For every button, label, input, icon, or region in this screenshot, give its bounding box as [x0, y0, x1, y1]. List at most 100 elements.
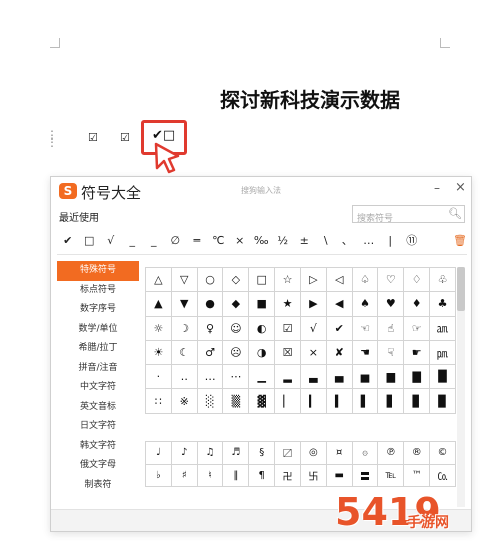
symbol-cell[interactable]: ☞	[404, 316, 431, 341]
symbol-cell[interactable]: ♀	[197, 316, 224, 341]
symbol-cell[interactable]: ▓	[249, 389, 276, 414]
symbol-cell[interactable]: ▏	[275, 389, 301, 414]
search-box[interactable]: 🔍︎	[352, 205, 465, 227]
symbol-cell[interactable]: ♂	[197, 340, 224, 366]
symbol-cell[interactable]: ♪	[171, 442, 198, 465]
symbol-cell[interactable]: ✔	[326, 316, 353, 341]
symbol-cell[interactable]: ♢	[404, 268, 431, 293]
scrollbar[interactable]	[457, 267, 465, 507]
symbol-cell[interactable]: ◀	[326, 292, 353, 317]
symbol-cell[interactable]: §	[249, 442, 276, 465]
symbol-cell[interactable]: ♤	[352, 268, 379, 293]
symbol-cell[interactable]: █	[430, 365, 456, 390]
category-item[interactable]: 数字序号	[57, 300, 139, 320]
symbol-cell[interactable]: ♥	[378, 292, 405, 317]
symbol-cell[interactable]: ▆	[378, 365, 405, 390]
symbol-cell[interactable]: ☟	[378, 340, 405, 366]
drag-handle-icon[interactable]: ⋮ ⋮	[46, 129, 58, 148]
symbol-cell[interactable]: ▬	[326, 464, 353, 487]
symbol-cell[interactable]: ¶	[249, 464, 276, 487]
symbol-cell[interactable]: ▲	[146, 292, 172, 317]
category-item[interactable]: 希腊/拉丁	[57, 339, 139, 359]
symbol-cell[interactable]: ♧	[430, 268, 456, 293]
symbol-cell[interactable]: △	[146, 268, 172, 293]
category-item[interactable]: 俄文字母	[57, 456, 139, 476]
symbol-cell[interactable]: ★	[275, 292, 301, 317]
recent-symbol[interactable]: ½	[272, 234, 294, 247]
symbol-cell[interactable]: □	[249, 268, 276, 293]
search-input[interactable]	[353, 211, 445, 227]
symbol-cell[interactable]: ▶	[300, 292, 327, 317]
symbol-cell[interactable]: ◇	[223, 268, 250, 293]
minimize-button[interactable]: –	[434, 181, 440, 195]
recent-symbol[interactable]: ‰	[251, 234, 273, 247]
symbol-cell[interactable]: ☾	[171, 340, 198, 366]
symbol-cell[interactable]: ▼	[171, 292, 198, 317]
category-item[interactable]: 中文字符	[57, 378, 139, 398]
recent-symbol[interactable]: …	[358, 234, 380, 247]
symbol-cell[interactable]: ●	[197, 292, 224, 317]
symbol-cell[interactable]: ⋯	[223, 365, 250, 390]
symbol-cell[interactable]: ☼	[146, 316, 172, 341]
recent-symbol[interactable]: ℃	[208, 234, 230, 247]
symbol-cell[interactable]: ※	[171, 389, 198, 414]
recent-symbol[interactable]: ±	[294, 234, 316, 247]
symbol-cell[interactable]: ☚	[352, 340, 379, 366]
category-item[interactable]: 英文音标	[57, 398, 139, 418]
recent-symbol[interactable]: \	[315, 234, 337, 247]
symbol-cell[interactable]: ♠	[352, 292, 379, 317]
recent-symbol[interactable]: ×	[229, 234, 251, 247]
symbol-cell[interactable]: ☆	[275, 268, 301, 293]
symbol-cell[interactable]: ®	[404, 442, 431, 465]
symbol-cell[interactable]: ♦	[404, 292, 431, 317]
symbol-cell[interactable]: ·	[146, 365, 172, 390]
symbol-cell[interactable]: ㏂	[430, 316, 456, 341]
recent-symbol[interactable]: ═	[186, 234, 208, 247]
symbol-cell[interactable]: ◑	[249, 340, 276, 366]
symbol-cell[interactable]: ✘	[326, 340, 353, 366]
symbol-cell[interactable]: ▎	[300, 389, 327, 414]
symbol-cell[interactable]: ☀	[146, 340, 172, 366]
symbol-cell[interactable]: ♬	[223, 442, 250, 465]
panel-titlebar[interactable]: S 符号大全 搜狗输入法 – ×	[51, 177, 471, 203]
symbol-cell[interactable]: 卍	[275, 464, 301, 487]
symbol-cell[interactable]: ▽	[171, 268, 198, 293]
highlighted-symbol[interactable]: ✔□	[152, 128, 175, 143]
category-item[interactable]: 日文字符	[57, 417, 139, 437]
close-button[interactable]: ×	[455, 180, 466, 195]
recent-symbol[interactable]: ∅	[165, 234, 187, 247]
symbol-cell[interactable]: ‖	[223, 464, 250, 487]
symbol-cell[interactable]: ×	[300, 340, 327, 366]
symbol-cell[interactable]: ©	[430, 442, 456, 465]
recent-symbol[interactable]: _	[143, 234, 165, 247]
symbol-cell[interactable]: ▷	[300, 268, 327, 293]
symbol-cell[interactable]: ▋	[378, 389, 405, 414]
symbol-cell[interactable]: ۞	[352, 442, 379, 465]
symbol-cell[interactable]: ™	[404, 464, 431, 487]
symbol-cell[interactable]: ░	[197, 389, 224, 414]
recent-symbol[interactable]: |	[380, 234, 402, 247]
symbol-cell[interactable]: ℡	[378, 464, 405, 487]
category-item[interactable]: 标点符号	[57, 281, 139, 301]
search-icon[interactable]: 🔍︎	[448, 207, 462, 220]
category-item[interactable]: 特殊符号	[57, 261, 139, 281]
symbol-cell[interactable]: ▅	[352, 365, 379, 390]
recent-symbol[interactable]: 、	[337, 232, 359, 248]
symbol-cell[interactable]: ▄	[326, 365, 353, 390]
symbol-cell[interactable]: ☽	[171, 316, 198, 341]
recent-symbol[interactable]: ✔	[57, 234, 79, 247]
symbol-cell[interactable]: ㏘	[430, 340, 456, 366]
symbol-cell[interactable]: ∷	[146, 389, 172, 414]
symbol-cell[interactable]: ☛	[404, 340, 431, 366]
symbol-cell[interactable]: ℗	[378, 442, 405, 465]
symbol-cell[interactable]: ▌	[352, 389, 379, 414]
symbol-cell[interactable]: ▉	[430, 389, 456, 414]
symbol-cell[interactable]: ■	[249, 292, 276, 317]
symbol-cell[interactable]: ♡	[378, 268, 405, 293]
symbol-cell[interactable]: 卐	[300, 464, 327, 487]
symbol-cell[interactable]: ▇	[404, 365, 431, 390]
symbol-cell[interactable]: ¤	[326, 442, 353, 465]
symbol-cell[interactable]: ▁	[249, 365, 276, 390]
symbol-cell[interactable]: ◁	[326, 268, 353, 293]
symbol-cell[interactable]: ♯	[171, 464, 198, 487]
